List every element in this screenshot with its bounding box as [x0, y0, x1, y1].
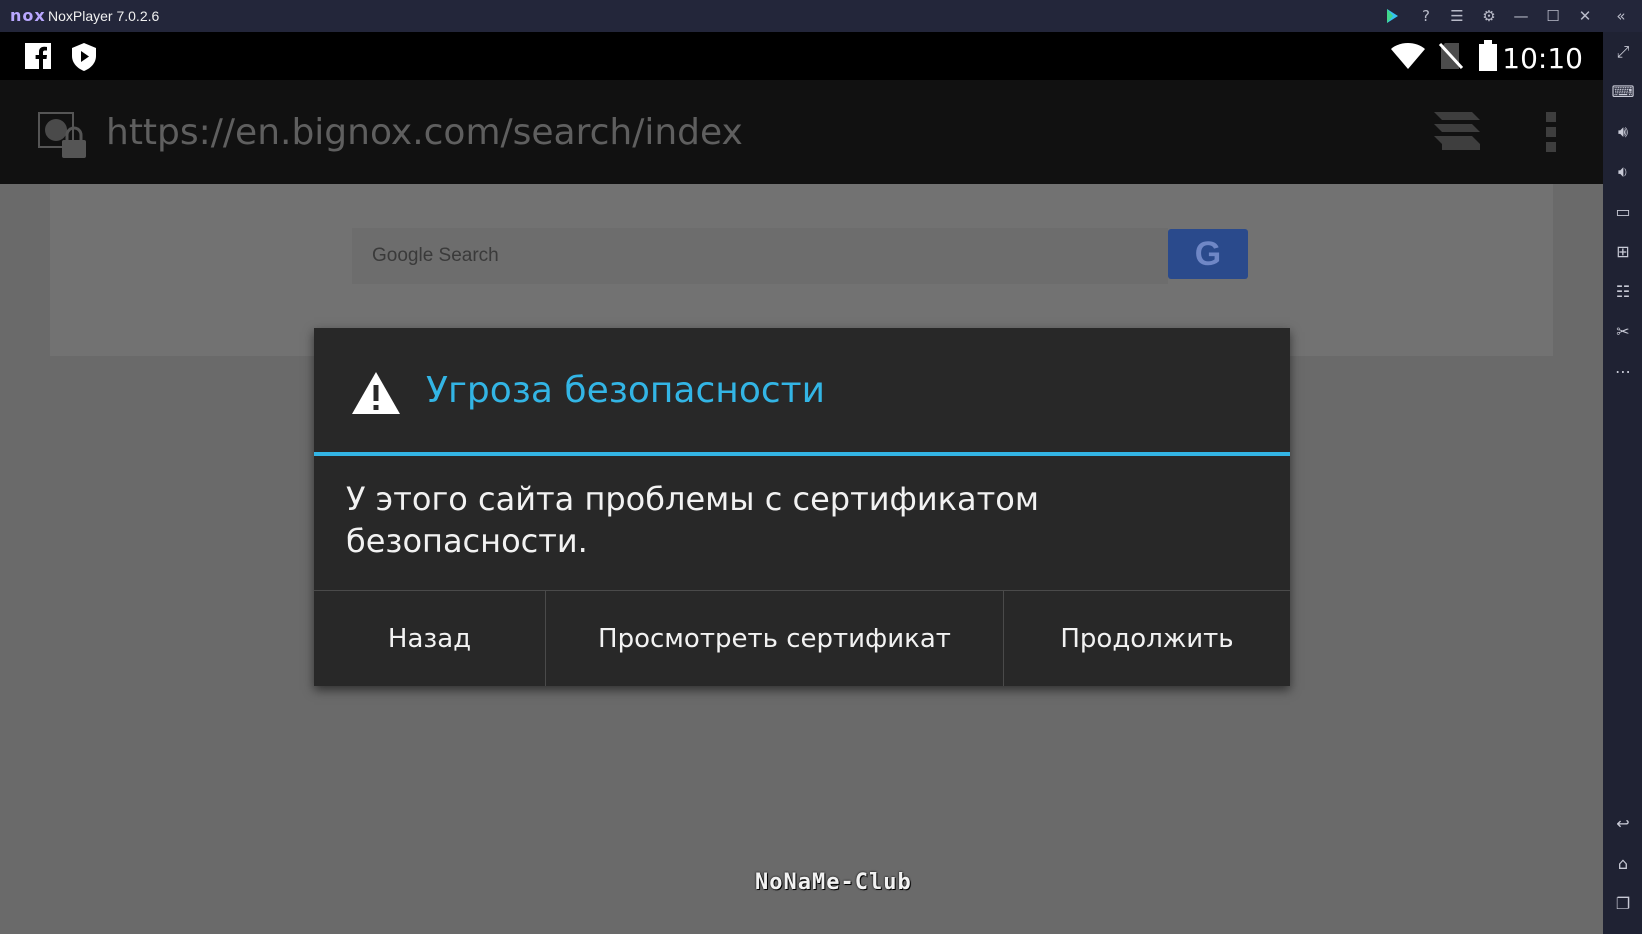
maximize-icon[interactable]: ☐	[1542, 5, 1564, 27]
dialog-message: У этого сайта проблемы с сертификатом бе…	[346, 480, 1039, 560]
screen-icon[interactable]: ▭	[1611, 200, 1635, 224]
play-protect-icon	[70, 42, 98, 71]
continue-button[interactable]: Продолжить	[1004, 591, 1290, 686]
collapse-sidebar-icon[interactable]: «	[1610, 5, 1632, 27]
volume-down-icon[interactable]: 🔉︎	[1611, 160, 1635, 184]
multi-instance-icon[interactable]: ☷	[1611, 280, 1635, 304]
help-icon[interactable]: ?	[1415, 5, 1437, 27]
no-sim-icon	[1438, 42, 1464, 75]
add-apk-icon[interactable]: ⊞	[1611, 240, 1635, 264]
recent-apps-icon[interactable]: ❐	[1611, 892, 1635, 916]
settings-gear-icon[interactable]: ⚙	[1478, 5, 1500, 27]
more-options-icon[interactable]: ⋯	[1611, 360, 1635, 384]
menu-icon[interactable]: ☰	[1446, 5, 1468, 27]
overflow-menu-icon[interactable]	[1544, 110, 1558, 159]
status-clock: 10:10	[1502, 42, 1583, 75]
volume-up-icon[interactable]: 🔊︎	[1611, 120, 1635, 144]
security-warning-dialog: Угроза безопасности У этого сайта пробле…	[314, 328, 1290, 686]
window-title-bar: nox NoxPlayer 7.0.2.6 ? ☰ ⚙ — ☐ ✕ «	[0, 0, 1642, 32]
android-status-bar: 10:10	[0, 32, 1603, 80]
screenshot-scissors-icon[interactable]: ✂	[1611, 320, 1635, 344]
home-nav-icon[interactable]: ⌂	[1611, 852, 1635, 876]
browser-url-bar: https://en.bignox.com/search/index	[0, 80, 1603, 184]
wifi-icon	[1390, 42, 1426, 75]
fullscreen-icon[interactable]: ⤢	[1611, 40, 1635, 64]
dialog-button-row: Назад Просмотреть сертификат Продолжить	[314, 590, 1290, 686]
facebook-icon	[24, 42, 52, 70]
back-nav-icon[interactable]: ↩	[1611, 812, 1635, 836]
site-security-lock-icon[interactable]	[38, 112, 90, 165]
view-certificate-button[interactable]: Просмотреть сертификат	[546, 591, 1003, 686]
minimize-icon[interactable]: —	[1510, 5, 1532, 27]
url-text[interactable]: https://en.bignox.com/search/index	[106, 112, 743, 153]
battery-icon	[1478, 40, 1498, 77]
close-icon[interactable]: ✕	[1574, 5, 1596, 27]
android-screen: 10:10 https://en.bignox.com/search/index…	[0, 32, 1603, 934]
dialog-header: Угроза безопасности	[314, 328, 1290, 456]
dialog-title: Угроза безопасности	[426, 370, 826, 411]
dialog-title-divider	[314, 452, 1290, 456]
google-search-input[interactable]	[352, 228, 1168, 284]
nox-logo: nox	[10, 6, 46, 25]
play-store-icon[interactable]	[1381, 5, 1403, 27]
google-search-button[interactable]: G	[1168, 229, 1248, 279]
keyboard-icon[interactable]: ⌨	[1611, 80, 1635, 104]
watermark-text: NoNaMe-Club	[755, 870, 912, 895]
emulator-sidebar: ⤢ ⌨ 🔊︎ 🔉︎ ▭ ⊞ ☷ ✂ ⋯ ↩ ⌂ ❐	[1603, 32, 1642, 934]
app-title: NoxPlayer 7.0.2.6	[48, 8, 160, 24]
tabs-stack-icon[interactable]	[1432, 110, 1482, 157]
back-button[interactable]: Назад	[314, 591, 545, 686]
warning-triangle-icon	[350, 370, 402, 416]
